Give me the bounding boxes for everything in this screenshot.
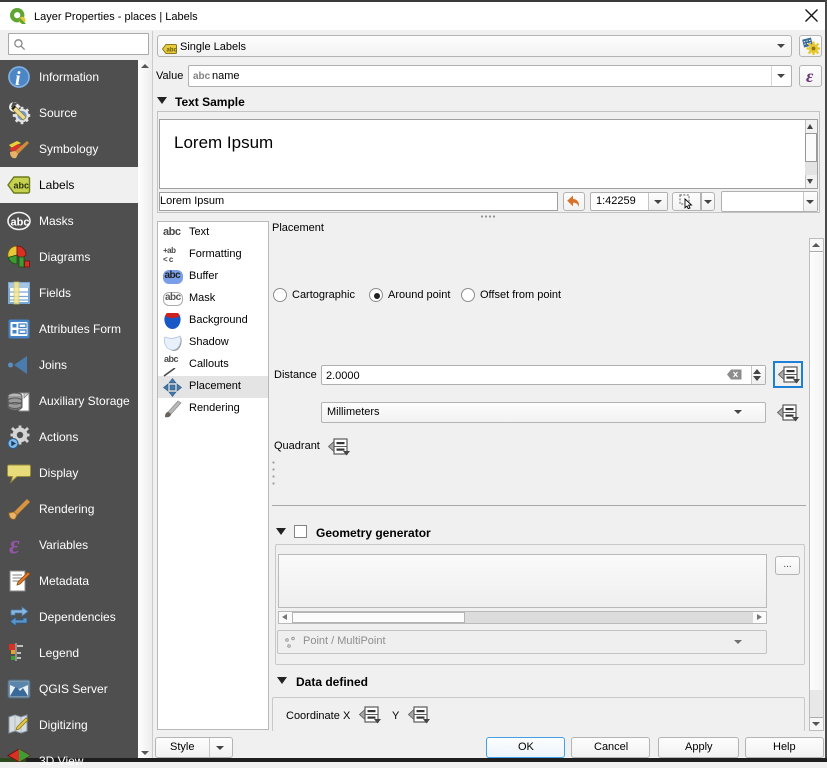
svg-text:i: i [15,68,21,89]
svg-text:abc: abc [167,48,178,54]
svg-text:abc: abc [14,181,30,191]
svg-text:abc: abc [11,217,30,229]
